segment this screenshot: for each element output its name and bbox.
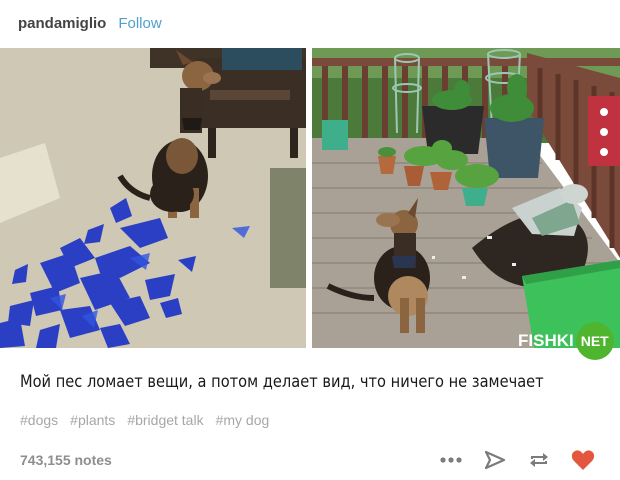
post-header: pandamiglio Follow bbox=[18, 12, 162, 34]
share-icon[interactable] bbox=[482, 447, 508, 473]
photo-dog-spilled-plant[interactable] bbox=[312, 48, 620, 348]
photoset bbox=[0, 48, 620, 348]
watermark-text: FISHKI bbox=[518, 331, 574, 350]
post-actions bbox=[438, 447, 596, 473]
post-footer: 743,155 notes bbox=[20, 446, 596, 474]
notes-count[interactable]: 743,155 notes bbox=[20, 452, 112, 468]
tag-my-dog[interactable]: #my dog bbox=[216, 412, 270, 428]
heart-icon[interactable] bbox=[570, 447, 596, 473]
fishki-watermark: FISHKI NET bbox=[518, 322, 614, 360]
tag-bridget-talk[interactable]: #bridget talk bbox=[127, 412, 203, 428]
post-caption: Мой пес ломает вещи, а потом делает вид,… bbox=[20, 372, 544, 392]
tag-plants[interactable]: #plants bbox=[70, 412, 115, 428]
reblog-icon[interactable] bbox=[526, 447, 552, 473]
photo-dog-torn-paper[interactable] bbox=[0, 48, 306, 348]
username[interactable]: pandamiglio bbox=[18, 15, 106, 32]
more-icon[interactable] bbox=[438, 447, 464, 473]
tag-list: #dogs #plants #bridget talk #my dog bbox=[20, 412, 269, 428]
tag-dogs[interactable]: #dogs bbox=[20, 412, 58, 428]
follow-button[interactable]: Follow bbox=[118, 15, 161, 32]
watermark-badge: NET bbox=[575, 322, 614, 360]
